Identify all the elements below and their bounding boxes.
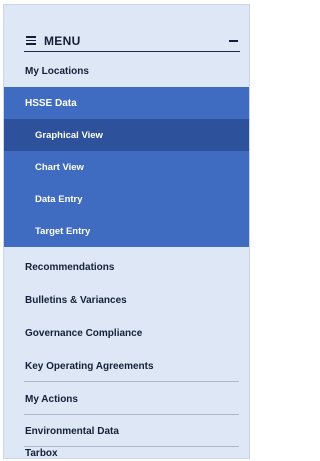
nav-item-label: Environmental Data (25, 425, 119, 437)
collapse-minus-icon[interactable] (229, 40, 238, 42)
nav-item-label: My Locations (25, 65, 89, 77)
subnav-item-data-entry[interactable]: Data Entry (4, 183, 249, 215)
subnav-item-chart-view[interactable]: Chart View (4, 151, 249, 183)
nav-item-my-actions[interactable]: My Actions (4, 383, 249, 415)
nav-item-environmental-data[interactable]: Environmental Data (4, 415, 249, 447)
nav-item-label: Governance Compliance (25, 327, 143, 339)
subnav-item-label: Graphical View (35, 129, 103, 141)
nav-item-tarbox[interactable]: Tarbox (4, 447, 249, 459)
subnav-item-label: Target Entry (35, 225, 91, 237)
subnav-item-target-entry[interactable]: Target Entry (4, 215, 249, 247)
nav-item-recommendations[interactable]: Recommendations (4, 251, 249, 283)
nav-item-key-operating-agreements[interactable]: Key Operating Agreements (4, 350, 249, 382)
nav-item-label: Bulletins & Variances (25, 294, 127, 306)
sidebar-menu: MENU My Locations HSSE Data Graphical Vi… (3, 4, 250, 459)
nav-item-label: Key Operating Agreements (25, 360, 154, 372)
nav-item-hsse-data[interactable]: HSSE Data (4, 87, 249, 119)
menu-title: MENU (44, 33, 81, 48)
hamburger-icon[interactable] (26, 36, 36, 45)
nav-item-bulletins-variances[interactable]: Bulletins & Variances (4, 284, 249, 316)
subnav-item-graphical-view[interactable]: Graphical View (4, 119, 249, 151)
nav-item-label: My Actions (25, 393, 78, 405)
nav-item-label: Recommendations (25, 261, 115, 273)
nav-item-label: HSSE Data (25, 97, 77, 109)
nav-item-label: Tarbox (25, 447, 58, 459)
subnav-item-label: Data Entry (35, 193, 83, 205)
subnav-item-label: Chart View (35, 161, 84, 173)
nav-item-governance-compliance[interactable]: Governance Compliance (4, 317, 249, 349)
menu-header[interactable]: MENU (24, 30, 240, 52)
nav-item-my-locations[interactable]: My Locations (4, 55, 249, 87)
